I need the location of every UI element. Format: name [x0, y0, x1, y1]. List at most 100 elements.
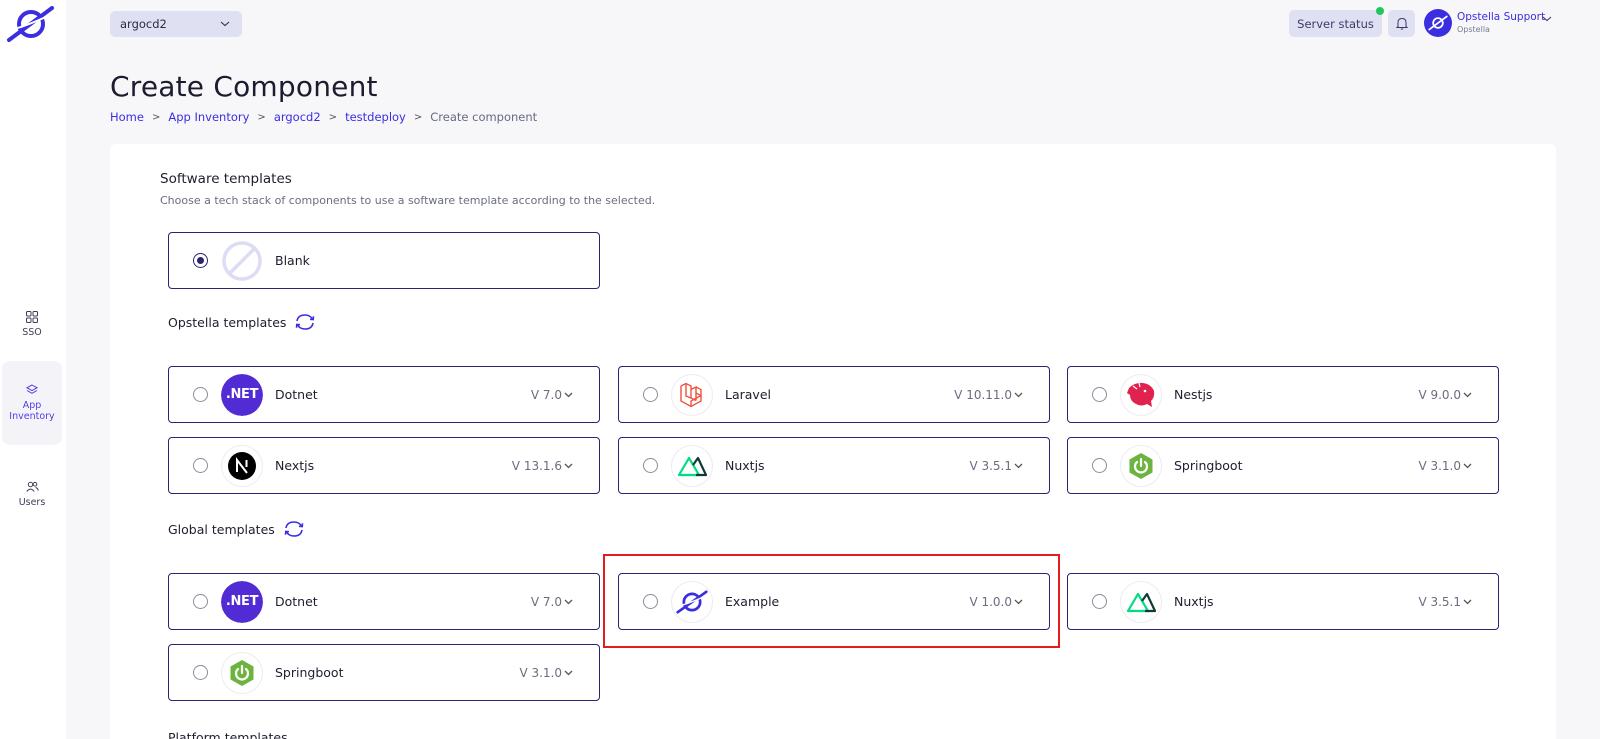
software-templates-title: Software templates	[160, 171, 292, 187]
users-icon	[25, 481, 39, 492]
template-name: Nestjs	[1174, 387, 1213, 402]
opstella-icon	[671, 580, 713, 623]
group-label-text: Opstella templates	[168, 314, 287, 330]
opstella-template-nuxtjs[interactable]: Nuxtjs V 3.5.1	[618, 437, 1050, 494]
template-radio[interactable]	[193, 253, 208, 268]
sidebar-item-app-inventory[interactable]: App Inventory	[2, 361, 62, 445]
software-templates-description: Choose a tech stack of components to use…	[160, 194, 656, 207]
version-select[interactable]: V 3.5.1	[1418, 595, 1472, 609]
breadcrumb-separator: >	[257, 111, 266, 123]
template-radio[interactable]	[1092, 594, 1107, 609]
breadcrumb-component[interactable]: testdeploy	[345, 110, 406, 124]
breadcrumb-project[interactable]: argocd2	[274, 110, 321, 124]
user-name[interactable]: Opstella Support	[1457, 11, 1545, 23]
dotnet-icon: .NET	[221, 580, 263, 623]
springboot-icon	[221, 651, 263, 694]
nestjs-icon	[1120, 373, 1162, 416]
project-select-value: argocd2	[120, 17, 167, 31]
dotnet-icon: .NET	[221, 373, 263, 416]
template-name: Blank	[275, 253, 310, 268]
notifications-button[interactable]	[1388, 10, 1415, 37]
template-radio[interactable]	[193, 387, 208, 402]
chevron-down-icon	[564, 670, 573, 675]
template-name: Springboot	[275, 665, 344, 680]
bell-icon	[1395, 17, 1408, 30]
version-value: V 3.5.1	[969, 458, 1012, 473]
version-select[interactable]: V 7.0	[531, 595, 573, 609]
refresh-icon[interactable]	[293, 312, 317, 332]
template-name: Nuxtjs	[1174, 594, 1214, 609]
sidebar-item-users[interactable]: Users	[2, 453, 62, 537]
template-radio[interactable]	[643, 387, 658, 402]
template-name: Springboot	[1174, 458, 1243, 473]
breadcrumb-separator: >	[151, 111, 161, 123]
chevron-down-icon	[1014, 392, 1023, 397]
status-online-indicator	[1376, 7, 1384, 15]
template-name: Nuxtjs	[725, 458, 765, 473]
chevron-down-icon[interactable]	[1542, 16, 1552, 22]
version-select[interactable]: V 13.1.6	[512, 459, 573, 473]
nuxtjs-icon	[1120, 580, 1162, 623]
template-radio[interactable]	[1092, 387, 1107, 402]
version-select[interactable]: V 1.0.0	[969, 595, 1023, 609]
version-value: V 13.1.6	[511, 458, 562, 473]
springboot-icon	[1120, 444, 1162, 487]
template-name: Nextjs	[275, 458, 315, 473]
breadcrumb-current: Create component	[430, 110, 538, 124]
global-templates-label: Global templates	[168, 519, 306, 539]
version-value: V 3.1.0	[519, 665, 562, 680]
breadcrumb-app-inventory[interactable]: App Inventory	[168, 110, 249, 124]
template-radio[interactable]	[193, 594, 208, 609]
nuxtjs-icon	[671, 444, 713, 487]
sidebar: SSO App Inventory Users	[0, 0, 66, 739]
sidebar-item-label: Users	[18, 497, 46, 509]
template-name: Laravel	[725, 387, 771, 402]
template-radio[interactable]	[193, 458, 208, 473]
opstella-template-nextjs[interactable]: Nextjs V 13.1.6	[168, 437, 600, 494]
global-template-dotnet[interactable]: .NET Dotnet V 7.0	[168, 573, 600, 630]
breadcrumb-home[interactable]: Home	[110, 110, 144, 124]
template-name: Dotnet	[275, 594, 318, 609]
chevron-down-icon	[564, 463, 573, 468]
version-value: V 3.1.0	[1418, 458, 1461, 473]
opstella-template-laravel[interactable]: Laravel V 10.11.0	[618, 366, 1050, 423]
project-select[interactable]: argocd2	[110, 11, 242, 37]
template-radio[interactable]	[643, 458, 658, 473]
platform-templates-label: Platform templates	[168, 730, 288, 739]
opstella-logo-icon[interactable]	[6, 4, 56, 44]
blank-icon	[221, 239, 263, 282]
opstella-icon	[1428, 15, 1448, 31]
template-name: Example	[725, 594, 780, 609]
version-select[interactable]: V 9.0.0	[1418, 388, 1472, 402]
version-value: V 3.5.1	[1418, 594, 1461, 609]
opstella-template-dotnet[interactable]: .NET Dotnet V 7.0	[168, 366, 600, 423]
template-radio[interactable]	[193, 665, 208, 680]
version-select[interactable]: V 10.11.0	[954, 388, 1023, 402]
global-template-example[interactable]: Example V 1.0.0	[618, 573, 1050, 630]
version-select[interactable]: V 3.1.0	[1418, 459, 1472, 473]
global-template-nuxtjs[interactable]: Nuxtjs V 3.5.1	[1067, 573, 1499, 630]
template-radio[interactable]	[1092, 458, 1107, 473]
version-select[interactable]: V 7.0	[531, 388, 573, 402]
breadcrumb-separator: >	[413, 111, 423, 123]
template-blank[interactable]: Blank	[168, 232, 600, 289]
version-value: V 7.0	[530, 594, 562, 609]
sidebar-item-label: SSO	[22, 327, 42, 339]
opstella-templates-label: Opstella templates	[168, 312, 317, 332]
server-status-button[interactable]: Server status	[1289, 10, 1382, 37]
sidebar-item-label: App Inventory	[9, 399, 55, 422]
refresh-icon[interactable]	[282, 519, 306, 539]
global-template-springboot[interactable]: Springboot V 3.1.0	[168, 644, 600, 701]
user-organization: Opstella	[1457, 25, 1490, 34]
avatar[interactable]	[1424, 9, 1452, 37]
version-value: V 7.0	[530, 387, 562, 402]
version-select[interactable]: V 3.1.0	[519, 666, 573, 680]
version-value: V 10.11.0	[954, 387, 1012, 402]
group-label-text: Global templates	[168, 521, 275, 537]
opstella-template-nestjs[interactable]: Nestjs V 9.0.0	[1067, 366, 1499, 423]
layers-icon	[26, 384, 38, 394]
version-select[interactable]: V 3.5.1	[969, 459, 1023, 473]
template-radio[interactable]	[643, 594, 658, 609]
opstella-template-springboot[interactable]: Springboot V 3.1.0	[1067, 437, 1499, 494]
sidebar-item-sso[interactable]: SSO	[2, 283, 62, 367]
